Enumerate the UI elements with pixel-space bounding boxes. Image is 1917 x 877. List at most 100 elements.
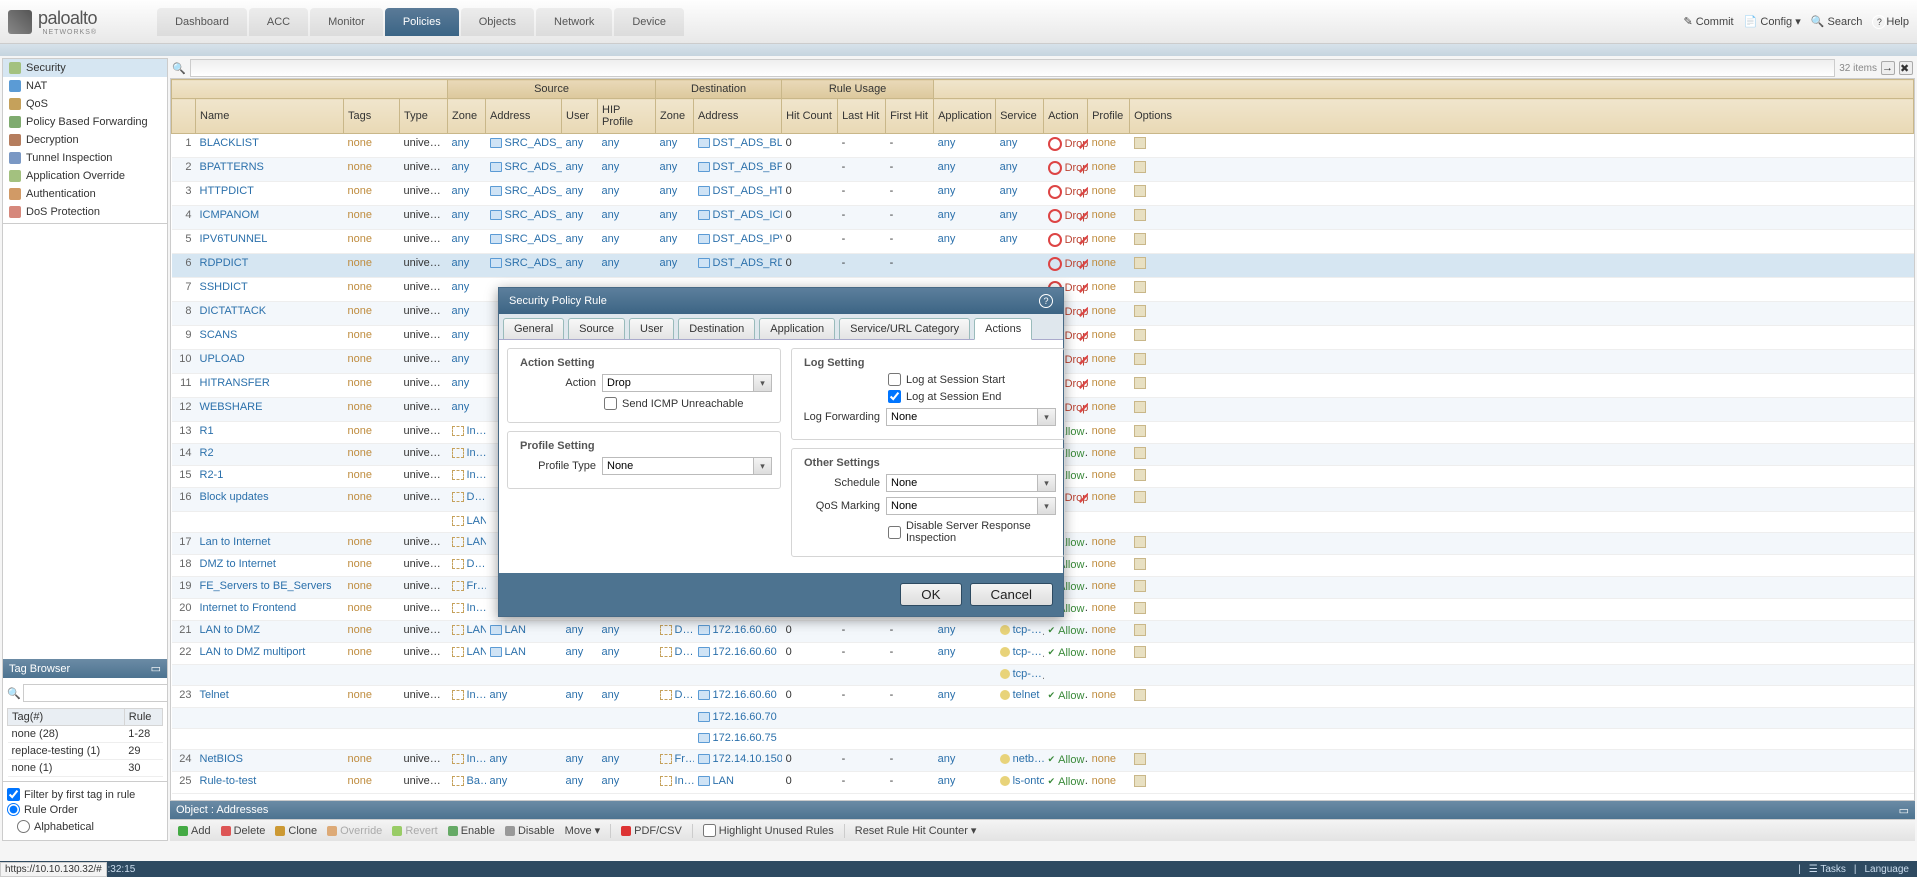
options-icon[interactable] [1134,281,1146,293]
config-dropdown[interactable]: 📄 Config ▾ [1744,15,1801,28]
tab-objects[interactable]: Objects [461,8,534,36]
col-daddr[interactable]: Address [694,99,782,134]
tag-col-tag[interactable]: Tag(#) [8,709,125,726]
enable-button[interactable]: Enable [448,825,495,837]
tab-acc[interactable]: ACC [249,8,308,36]
sidebar-item-policy-based-forwarding[interactable]: Policy Based Forwarding [3,113,167,131]
collapse-icon[interactable]: ▭ [151,662,161,675]
col-szone[interactable]: Zone [448,99,486,134]
tag-row[interactable]: none (1)30 [8,760,163,777]
dlg-tab-user[interactable]: User [629,318,674,339]
col-act[interactable]: Action [1044,99,1088,134]
sidebar-item-nat[interactable]: NAT [3,77,167,95]
log-start-checkbox[interactable]: Log at Session Start [888,373,1056,386]
col-hc[interactable]: Hit Count [782,99,838,134]
col-svc[interactable]: Service [996,99,1044,134]
col-fh[interactable]: First Hit [886,99,934,134]
filter-first-checkbox[interactable]: Filter by first tag in rule [7,788,163,801]
policy-row[interactable]: 25Rule-to-testnoneuniversalBa…anyanyanyI… [172,772,1914,794]
col-opts[interactable]: Options [1130,99,1914,134]
reset-hit-dropdown[interactable]: Reset Rule Hit Counter ▾ [855,824,977,837]
col-tags[interactable]: Tags [344,99,400,134]
options-icon[interactable] [1134,689,1146,701]
col-hip[interactable]: HIP Profile [598,99,656,134]
log-fwd-combo[interactable] [886,408,1056,426]
profile-type-combo[interactable] [602,457,772,475]
cancel-button[interactable]: Cancel [970,583,1054,606]
policy-row[interactable]: 5IPV6TUNNELnoneuniversalanySRC_ADS_I…any… [172,230,1914,254]
col-lh[interactable]: Last Hit [838,99,886,134]
options-icon[interactable] [1134,329,1146,341]
clone-button[interactable]: Clone [275,825,317,837]
options-icon[interactable] [1134,161,1146,173]
dlg-tab-destination[interactable]: Destination [678,318,755,339]
policy-row[interactable]: 6RDPDICTnoneuniversalanySRC_ADS_R…anyany… [172,254,1914,278]
policy-row[interactable]: 1BLACKLISTnoneuniversalanySRC_ADS_B…anya… [172,134,1914,158]
policy-row[interactable]: 4ICMPANOMnoneuniversalanySRC_ADS_I…anyan… [172,206,1914,230]
col-type[interactable]: Type [400,99,448,134]
options-icon[interactable] [1134,775,1146,787]
dlg-tab-actions[interactable]: Actions [974,318,1032,340]
options-icon[interactable] [1134,185,1146,197]
policy-row[interactable]: 2BPATTERNSnoneuniversalanySRC_ADS_B…anya… [172,158,1914,182]
options-icon[interactable] [1134,137,1146,149]
options-icon[interactable] [1134,209,1146,221]
alphabetical-radio[interactable]: Alphabetical [17,820,94,833]
options-icon[interactable] [1134,469,1146,481]
policy-row[interactable]: 21LAN to DMZnoneuniversalLANLANanyanyD…1… [172,621,1914,643]
options-icon[interactable] [1134,233,1146,245]
options-icon[interactable] [1134,257,1146,269]
tab-device[interactable]: Device [614,8,684,36]
options-icon[interactable] [1134,377,1146,389]
options-icon[interactable] [1134,646,1146,658]
apply-filter-icon[interactable]: → [1881,61,1895,75]
policy-row[interactable]: 24NetBIOSnoneuniversalIn…anyanyanyFr…172… [172,750,1914,772]
sidebar-item-security[interactable]: Security [3,59,167,77]
search-icon[interactable]: 🔍 [172,62,186,75]
dlg-tab-application[interactable]: Application [759,318,835,339]
options-icon[interactable] [1134,401,1146,413]
tag-col-rule[interactable]: Rule [124,709,162,726]
col-user[interactable]: User [562,99,598,134]
policy-row[interactable]: 22LAN to DMZ multiportnoneuniversalLANLA… [172,643,1914,665]
chevron-down-icon[interactable] [754,374,772,392]
ok-button[interactable]: OK [900,583,961,606]
dlg-tab-general[interactable]: General [503,318,564,339]
col-saddr[interactable]: Address [486,99,562,134]
tag-row[interactable]: replace-testing (1)29 [8,743,163,760]
move-dropdown[interactable]: Move ▾ [565,824,600,837]
options-icon[interactable] [1134,305,1146,317]
policy-row[interactable]: 23TelnetnoneuniversalIn…anyanyanyD…172.1… [172,686,1914,708]
search-icon[interactable]: 🔍 [7,687,21,700]
rule-order-radio[interactable]: Rule Order [7,803,163,816]
options-icon[interactable] [1134,580,1146,592]
sidebar-item-qos[interactable]: QoS [3,95,167,113]
options-icon[interactable] [1134,624,1146,636]
clear-filter-icon[interactable]: ✖ [1899,61,1913,75]
dialog-help-icon[interactable]: ? [1039,294,1053,308]
options-icon[interactable] [1134,447,1146,459]
policy-row[interactable]: 3HTTPDICTnoneuniversalanySRC_ADS_…anyany… [172,182,1914,206]
chevron-down-icon[interactable] [754,457,772,475]
options-icon[interactable] [1134,353,1146,365]
help-link[interactable]: ?Help [1872,15,1909,29]
language-link[interactable]: Language [1865,864,1910,875]
col-prof[interactable]: Profile [1088,99,1130,134]
tab-network[interactable]: Network [536,8,612,36]
tasks-link[interactable]: ☰ Tasks [1809,864,1846,875]
tag-search-input[interactable] [23,684,168,702]
sidebar-item-authentication[interactable]: Authentication [3,185,167,203]
chevron-down-icon[interactable] [1038,408,1056,426]
col-app[interactable]: Application [934,99,996,134]
sidebar-item-tunnel-inspection[interactable]: Tunnel Inspection [3,149,167,167]
highlight-checkbox[interactable]: Highlight Unused Rules [703,824,834,837]
pdfcsv-button[interactable]: PDF/CSV [621,825,682,837]
search-link[interactable]: 🔍 Search [1811,15,1863,28]
action-combo[interactable] [602,374,772,392]
sidebar-item-decryption[interactable]: Decryption [3,131,167,149]
disable-button[interactable]: Disable [505,825,555,837]
dsri-checkbox[interactable]: Disable Server Response Inspection [888,520,1056,544]
options-icon[interactable] [1134,425,1146,437]
sidebar-item-application-override[interactable]: Application Override [3,167,167,185]
object-expand-icon[interactable]: ▭ [1899,804,1909,817]
